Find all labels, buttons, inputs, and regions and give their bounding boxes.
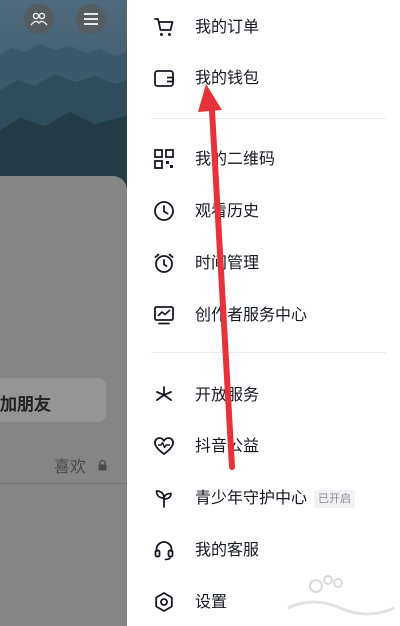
red-arrow-annotation bbox=[198, 84, 235, 470]
watermark-logo bbox=[287, 575, 395, 616]
